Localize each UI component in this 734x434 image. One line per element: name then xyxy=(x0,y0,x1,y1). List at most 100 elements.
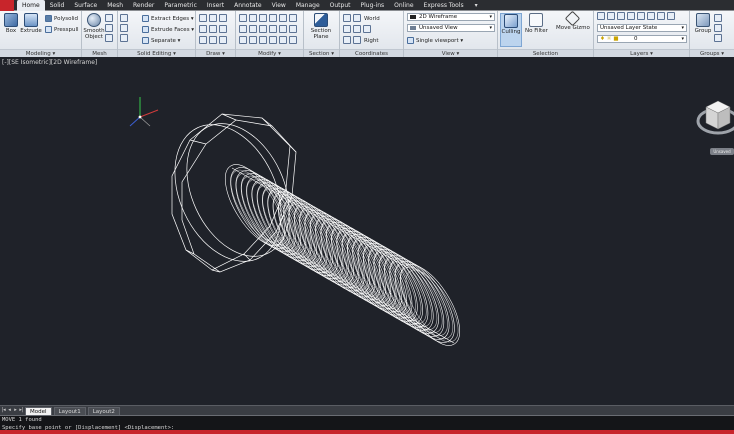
coordinates-panel-title[interactable]: Coordinates xyxy=(340,49,403,57)
viewcube[interactable] xyxy=(694,87,734,157)
offset-icon[interactable] xyxy=(269,25,277,33)
layer-walk-icon[interactable] xyxy=(667,12,675,20)
right-view-dropdown[interactable]: Right xyxy=(364,36,378,45)
subtract-icon[interactable] xyxy=(120,24,128,32)
copy-icon[interactable] xyxy=(269,14,277,22)
bolt-thread-coils[interactable] xyxy=(214,155,472,354)
rectangle-icon[interactable] xyxy=(209,25,217,33)
group-edit-icon[interactable] xyxy=(714,24,722,32)
3d-rotate-icon[interactable] xyxy=(259,36,267,44)
3d-align-icon[interactable] xyxy=(269,36,277,44)
tab-solid[interactable]: Solid xyxy=(45,0,70,11)
viewport-config-dropdown[interactable]: Single viewport ▾ xyxy=(407,36,463,45)
layout-nav-button[interactable]: ◂ xyxy=(7,407,12,414)
section-panel-title[interactable]: Section ▾ xyxy=(304,49,339,57)
tab-mesh[interactable]: Mesh xyxy=(102,0,128,11)
culling-button[interactable]: Culling xyxy=(500,13,522,47)
mirror-icon[interactable] xyxy=(279,14,287,22)
smooth-object-button[interactable]: Smooth Object xyxy=(83,13,105,41)
world-dropdown[interactable]: World xyxy=(364,14,380,23)
solid-editing-panel-title[interactable]: Solid Editing ▾ xyxy=(118,49,195,57)
spline-icon[interactable] xyxy=(199,36,207,44)
union-icon[interactable] xyxy=(120,14,128,22)
intersect-icon[interactable] xyxy=(120,34,128,42)
ucs-origin-icon[interactable] xyxy=(343,25,351,33)
ucs-menu-chip[interactable]: Unsaved xyxy=(710,148,734,155)
extrude-button[interactable]: Extrude xyxy=(20,13,42,35)
extrude-faces-button[interactable]: Extrude Faces ▾ xyxy=(142,25,194,34)
tab-manage[interactable]: Manage xyxy=(291,0,325,11)
tab-insert[interactable]: Insert xyxy=(202,0,229,11)
selection-panel-title[interactable]: Selection xyxy=(498,49,593,57)
layer-off-icon[interactable] xyxy=(607,12,615,20)
convert-mesh-icon[interactable] xyxy=(105,34,113,42)
drawing-viewport[interactable]: [-][SE Isometric][2D Wireframe] Unsaved xyxy=(0,57,734,405)
move-gizmo-button[interactable]: Move Gizmo xyxy=(556,10,590,32)
3d-mirror-icon[interactable] xyxy=(279,36,287,44)
explode-icon[interactable] xyxy=(279,25,287,33)
no-filter-button[interactable]: No Filter xyxy=(525,13,548,35)
tab-output[interactable]: Output xyxy=(325,0,356,11)
separate-button[interactable]: Separate ▾ xyxy=(142,36,180,45)
scale-icon[interactable] xyxy=(249,25,257,33)
tab-plug-ins[interactable]: Plug-ins xyxy=(356,0,390,11)
layer-match-icon[interactable] xyxy=(647,12,655,20)
layer-previous-icon[interactable] xyxy=(657,12,665,20)
3d-array-icon[interactable] xyxy=(289,36,297,44)
ucs-x-icon[interactable] xyxy=(343,36,351,44)
layers-panel-title[interactable]: Layers ▾ xyxy=(594,49,689,57)
circle-icon[interactable] xyxy=(219,14,227,22)
extract-edges-button[interactable]: Extract Edges ▾ xyxy=(142,14,194,23)
ribbon-options-button[interactable]: ▾ xyxy=(469,0,484,11)
move-icon[interactable] xyxy=(239,14,247,22)
polyline-icon[interactable] xyxy=(209,14,217,22)
view-panel-title[interactable]: View ▾ xyxy=(404,49,497,57)
align-icon[interactable] xyxy=(239,36,247,44)
tab-render[interactable]: Render xyxy=(128,0,159,11)
arc-icon[interactable] xyxy=(199,25,207,33)
array-icon[interactable] xyxy=(239,25,247,33)
ucs-view-icon[interactable] xyxy=(353,36,361,44)
tab-surface[interactable]: Surface xyxy=(69,0,102,11)
layout-nav-button[interactable]: ▸ xyxy=(13,407,18,414)
ungroup-icon[interactable] xyxy=(714,14,722,22)
ellipse-icon[interactable] xyxy=(209,36,217,44)
box-button[interactable]: Box xyxy=(0,13,22,35)
modeling-panel-title[interactable]: Modeling ▾ xyxy=(0,49,81,57)
layer-properties-icon[interactable] xyxy=(597,12,605,20)
layer-isolate-icon[interactable] xyxy=(617,12,625,20)
ucs-z-icon[interactable] xyxy=(353,25,361,33)
tab-annotate[interactable]: Annotate xyxy=(229,0,266,11)
mesh-panel-title[interactable]: Mesh xyxy=(82,49,117,57)
polysolid-button[interactable]: Polysolid xyxy=(45,14,78,23)
named-view-select[interactable]: Unsaved View ▾ xyxy=(407,24,495,32)
draw-panel-title[interactable]: Draw ▾ xyxy=(196,49,235,57)
group-button[interactable]: Group xyxy=(692,13,714,35)
application-menu-button[interactable] xyxy=(0,0,14,11)
bolt-head[interactable] xyxy=(154,107,309,278)
viewport-controls-label[interactable]: [-][SE Isometric][2D Wireframe] xyxy=(2,59,97,66)
layout-nav-button[interactable]: |◂ xyxy=(1,407,6,414)
ucs-3point-icon[interactable] xyxy=(363,25,371,33)
point-icon[interactable] xyxy=(219,36,227,44)
rotate-icon[interactable] xyxy=(249,14,257,22)
tab-home[interactable]: Home xyxy=(17,0,45,11)
section-plane-button[interactable]: Section Plane xyxy=(310,13,332,41)
layer-lock-icon[interactable] xyxy=(637,12,645,20)
fillet-icon[interactable] xyxy=(289,14,297,22)
ucs-world-icon[interactable] xyxy=(353,14,361,22)
erase-icon[interactable] xyxy=(289,25,297,33)
stretch-icon[interactable] xyxy=(259,25,267,33)
visual-style-select[interactable]: 2D Wireframe ▾ xyxy=(407,13,495,21)
modify-panel-title[interactable]: Modify ▾ xyxy=(236,49,303,57)
trim-icon[interactable] xyxy=(259,14,267,22)
tab-view[interactable]: View xyxy=(267,0,291,11)
tab-online[interactable]: Online xyxy=(389,0,418,11)
3d-move-icon[interactable] xyxy=(249,36,257,44)
ucs-icon[interactable] xyxy=(343,14,351,22)
tab-express-tools[interactable]: Express Tools xyxy=(419,0,469,11)
refine-mesh-icon[interactable] xyxy=(105,14,113,22)
layout-nav-button[interactable]: ▸| xyxy=(19,407,24,414)
layer-freeze-icon[interactable] xyxy=(627,12,635,20)
viewcube-box[interactable] xyxy=(705,100,731,130)
